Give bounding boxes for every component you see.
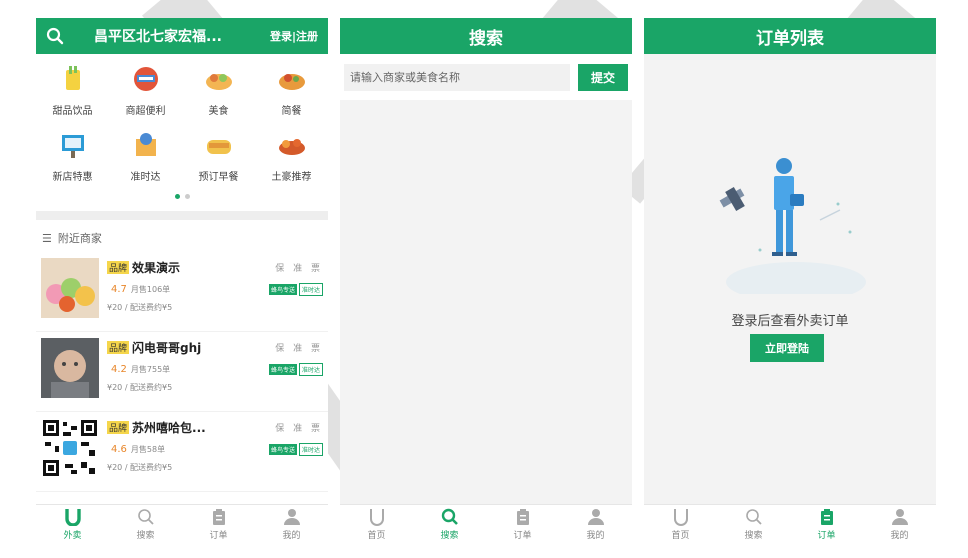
bottom-tab-bar: 首页 搜索 订单 我的	[340, 504, 632, 542]
tab-orders[interactable]: 订单	[790, 505, 863, 542]
monthly-sales: 月售58单	[130, 444, 166, 454]
price-info: ¥20 / 配送费约¥5	[107, 463, 173, 472]
tab-takeout[interactable]: 外卖	[36, 505, 109, 542]
tab-profile[interactable]: 我的	[559, 505, 632, 542]
home-header: 昌平区北七家宏福... 登录|注册	[36, 18, 328, 54]
home-icon	[369, 507, 385, 527]
shop-name: 苏州嘻哈包...	[132, 420, 206, 435]
tab-search[interactable]: 搜索	[717, 505, 790, 542]
bottom-tab-bar: 首页 搜索 订单 我的	[644, 504, 936, 542]
category-item[interactable]: 预订早餐	[182, 130, 255, 196]
monthly-sales: 月售755单	[130, 364, 171, 374]
monthly-sales: 月售106单	[130, 284, 171, 294]
tab-profile[interactable]: 我的	[863, 505, 936, 542]
shop-item[interactable]: 品牌 闪电哥哥ghj 保 准 票 4.2 月售755单 蜂鸟专送 准时达 ¥20…	[36, 332, 328, 412]
category-item[interactable]: 准时达	[109, 130, 182, 196]
food-icon	[203, 64, 235, 94]
astronaut-illustration	[710, 154, 870, 302]
shop-thumbnail	[41, 258, 99, 318]
carousel-dot[interactable]	[174, 194, 180, 199]
search-header: 搜索	[340, 18, 632, 54]
delivery-pill: 蜂鸟专送	[268, 443, 297, 455]
search-input[interactable]	[344, 64, 570, 91]
search-results-area	[340, 100, 632, 504]
orders-empty-state: 登录后查看外卖订单 立即登陆	[644, 54, 936, 504]
clipboard-icon	[819, 507, 835, 527]
search-bar: 提交	[340, 54, 632, 99]
tab-home[interactable]: 首页	[644, 505, 717, 542]
price-info: ¥20 / 配送费约¥5	[107, 383, 173, 392]
price-info: ¥20 / 配送费约¥5	[107, 303, 173, 312]
ontime-icon	[130, 130, 162, 160]
home-screen: 昌平区北七家宏福... 登录|注册 甜品饮品 商超便利 美食 简餐 新店特惠 准…	[36, 18, 328, 542]
delivery-pill: 蜂鸟专送	[268, 283, 297, 295]
page-title: 订单列表	[756, 28, 824, 49]
empty-message: 登录后查看外卖订单	[731, 314, 849, 329]
takeout-icon	[64, 507, 81, 527]
carousel-dot[interactable]	[184, 194, 190, 199]
nearby-title: 附近商家	[57, 232, 102, 245]
delivery-pill: 蜂鸟专送	[268, 363, 297, 375]
ontime-pill: 准时达	[298, 282, 323, 296]
drink-icon	[57, 64, 89, 94]
category-item[interactable]: 美食	[182, 64, 255, 130]
category-grid: 甜品饮品 商超便利 美食 简餐 新店特惠 准时达 预订早餐 土豪推荐	[36, 54, 328, 196]
brand-badge: 品牌	[107, 260, 130, 274]
tab-home[interactable]: 首页	[340, 505, 413, 542]
search-icon	[441, 507, 459, 527]
section-divider	[36, 211, 328, 220]
orders-header: 订单列表	[644, 18, 936, 54]
category-item[interactable]: 商超便利	[109, 64, 182, 130]
ontime-pill: 准时达	[298, 362, 323, 376]
qr-code-thumbnail	[41, 418, 99, 478]
user-icon	[283, 507, 301, 527]
search-icon	[745, 507, 763, 527]
clipboard-icon	[515, 507, 531, 527]
tab-profile[interactable]: 我的	[255, 505, 328, 542]
orders-screen: 订单列表 登录后查看外卖订单 立即登陆 首页 搜索 订单 我的	[644, 18, 936, 542]
user-icon	[587, 507, 605, 527]
page-title: 搜索	[469, 28, 503, 49]
shop-rating: 4.7	[111, 283, 127, 295]
login-register-link[interactable]: 登录|注册	[270, 28, 328, 44]
search-icon[interactable]	[36, 27, 74, 45]
tab-search[interactable]: 搜索	[109, 505, 182, 542]
tab-orders[interactable]: 订单	[486, 505, 559, 542]
meal-icon	[276, 64, 308, 94]
brand-badge: 品牌	[107, 340, 130, 354]
shop-item[interactable]: 品牌 效果演示 保 准 票 4.7 月售106单 蜂鸟专送 准时达 ¥20 / …	[36, 252, 328, 332]
service-tags: 保 准 票	[275, 343, 323, 354]
location-address[interactable]: 昌平区北七家宏福...	[74, 26, 270, 46]
service-tags: 保 准 票	[275, 423, 323, 434]
category-item[interactable]: 新店特惠	[36, 130, 109, 196]
tab-search[interactable]: 搜索	[413, 505, 486, 542]
clipboard-icon	[211, 507, 227, 527]
new-store-icon	[57, 130, 89, 160]
search-icon	[137, 507, 155, 527]
supermarket-icon	[130, 64, 162, 94]
shop-item[interactable]: 品牌 苏州嘻哈包... 保 准 票 4.6 月售58单 蜂鸟专送 准时达 ¥20…	[36, 412, 328, 492]
bottom-tab-bar: 外卖 搜索 订单 我的	[36, 504, 328, 542]
ontime-pill: 准时达	[298, 442, 323, 456]
nearby-header: ☰ 附近商家	[36, 224, 328, 252]
shop-name: 效果演示	[132, 260, 181, 275]
home-icon	[673, 507, 689, 527]
list-icon: ☰	[42, 231, 52, 245]
category-item[interactable]: 土豪推荐	[255, 130, 328, 196]
tab-orders[interactable]: 订单	[182, 505, 255, 542]
login-now-button[interactable]: 立即登陆	[750, 334, 824, 362]
shop-rating: 4.6	[111, 443, 127, 455]
shop-rating: 4.2	[111, 363, 127, 375]
service-tags: 保 准 票	[275, 263, 323, 274]
submit-button[interactable]: 提交	[578, 64, 628, 91]
breakfast-icon	[203, 130, 235, 160]
user-icon	[891, 507, 909, 527]
recommend-icon	[276, 130, 308, 160]
category-item[interactable]: 甜品饮品	[36, 64, 109, 130]
search-screen: 搜索 提交 首页 搜索 订单 我的	[340, 18, 632, 542]
shop-thumbnail	[41, 338, 99, 398]
shop-name: 闪电哥哥ghj	[132, 340, 202, 355]
brand-badge: 品牌	[107, 420, 130, 434]
category-item[interactable]: 简餐	[255, 64, 328, 130]
